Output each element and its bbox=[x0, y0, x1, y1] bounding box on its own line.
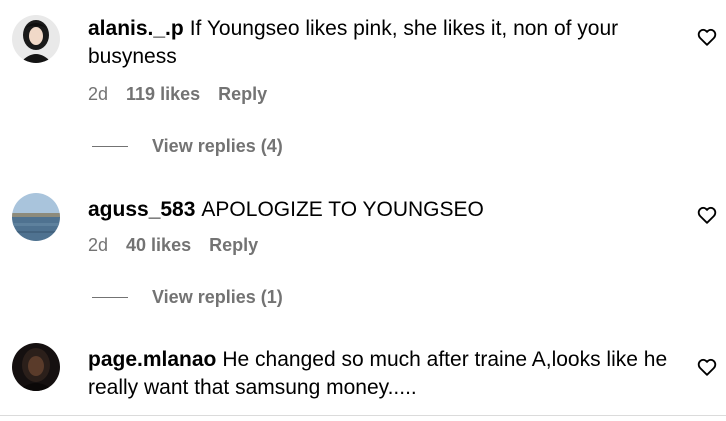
comment-username[interactable]: aguss_583 bbox=[88, 198, 195, 221]
reply-button[interactable]: Reply bbox=[218, 84, 267, 105]
avatar[interactable] bbox=[12, 343, 60, 391]
view-replies-label: View replies (4) bbox=[152, 136, 283, 156]
comment-body: APOLOGIZE TO YOUNGSEO bbox=[201, 198, 484, 221]
comment-meta: 2d 40 likes Reply bbox=[88, 235, 258, 256]
likes-count[interactable]: 119 likes bbox=[126, 84, 200, 105]
view-replies-label: View replies (1) bbox=[152, 287, 283, 307]
avatar[interactable] bbox=[12, 193, 60, 241]
comment-time: 2d bbox=[88, 84, 109, 104]
comment-text: aguss_583 APOLOGIZE TO YOUNGSEO bbox=[88, 196, 678, 224]
heart-outline-icon[interactable] bbox=[696, 204, 718, 226]
likes-count[interactable]: 40 likes bbox=[126, 235, 191, 256]
comment-username[interactable]: page.mlanao bbox=[88, 348, 216, 371]
comment-time: 2d bbox=[88, 235, 109, 255]
view-replies-line bbox=[92, 146, 128, 147]
view-replies-button[interactable]: View replies (4) bbox=[92, 136, 283, 157]
comment-text: alanis._.p If Youngseo likes pink, she li… bbox=[88, 15, 678, 71]
heart-outline-icon[interactable] bbox=[696, 356, 718, 378]
view-replies-button[interactable]: View replies (1) bbox=[92, 287, 283, 308]
heart-outline-icon[interactable] bbox=[696, 26, 718, 48]
comment-meta: 2d 119 likes Reply bbox=[88, 84, 267, 105]
avatar[interactable] bbox=[12, 15, 60, 63]
comment-username[interactable]: alanis._.p bbox=[88, 17, 184, 40]
reply-button[interactable]: Reply bbox=[209, 235, 258, 256]
divider bbox=[0, 415, 726, 416]
view-replies-line bbox=[92, 297, 128, 298]
comment-text: page.mlanao He changed so much after trai… bbox=[88, 346, 678, 402]
